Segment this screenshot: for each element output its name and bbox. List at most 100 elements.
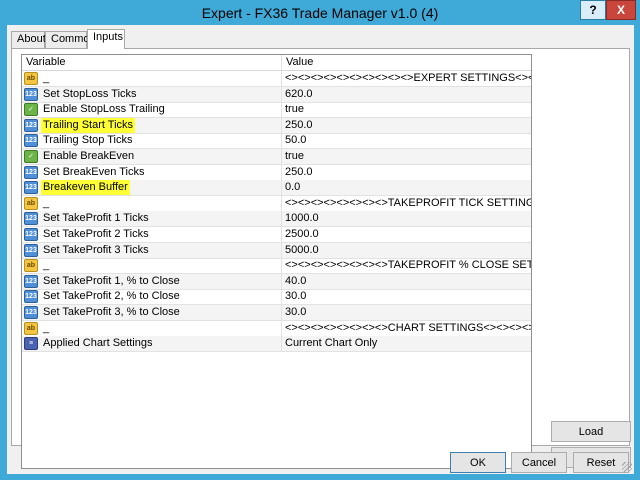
grid-row[interactable]: ab _ <><><><><><><><>TAKEPROFIT % CLOSE SE… (22, 258, 531, 275)
variable-cell[interactable]: 123 Set TakeProfit 3, % to Close (22, 305, 282, 321)
variable-name: Set BreakEven Ticks (43, 165, 145, 178)
variable-cell[interactable]: 123 Set TakeProfit 1, % to Close (22, 273, 282, 290)
grid-row[interactable]: ✓ Enable BreakEven true (22, 149, 531, 165)
grid-header-row: Variable Value (22, 55, 531, 71)
grid-row[interactable]: 123 Set BreakEven Ticks 250.0 (22, 164, 531, 181)
variable-name: Trailing Stop Ticks (43, 134, 133, 147)
variable-cell[interactable]: ab _ (22, 320, 282, 337)
variable-cell[interactable]: 123 Set StopLoss Ticks (22, 86, 282, 103)
grid-row[interactable]: 123 Set TakeProfit 1, % to Close 40.0 (22, 273, 531, 290)
value-cell[interactable]: true (282, 102, 531, 118)
grid-row[interactable]: 123 Set TakeProfit 3, % to Close 30.0 (22, 305, 531, 321)
close-button[interactable]: X (606, 0, 636, 20)
numeric-type-icon: 123 (24, 228, 38, 241)
numeric-type-icon: 123 (24, 212, 38, 226)
variable-name: Enable StopLoss Trailing (43, 103, 165, 116)
tab-inputs[interactable]: Inputs (87, 29, 125, 49)
variable-cell[interactable]: 123 Set TakeProfit 2 Ticks (22, 227, 282, 243)
text-type-icon: ab (24, 321, 38, 335)
numeric-type-icon: 123 (24, 118, 38, 132)
variable-cell[interactable]: 123 Set TakeProfit 3 Ticks (22, 242, 282, 259)
value-cell[interactable]: <><><><><><><><>TAKEPROFIT % CLOSE SETTI… (282, 258, 531, 274)
grid-row[interactable]: 123 Trailing Stop Ticks 50.0 (22, 133, 531, 150)
variable-name: Breakeven Buffer (41, 180, 130, 196)
variable-name: _ (43, 196, 50, 209)
value-cell[interactable]: 2500.0 (282, 227, 531, 243)
grid-row[interactable]: ≡ Applied Chart Settings Current Chart Onl… (22, 336, 531, 353)
value-cell[interactable]: <><><><><><><><>CHART SETTINGS<><><><><>… (282, 321, 531, 337)
ok-button[interactable]: OK (450, 452, 506, 473)
variable-cell[interactable]: 123 Breakeven Buffer (22, 180, 282, 197)
numeric-type-icon: 123 (24, 274, 38, 288)
variable-cell[interactable]: ≡ Applied Chart Settings (22, 336, 282, 353)
variable-name: Set StopLoss Ticks (43, 87, 137, 100)
variable-cell[interactable]: ✓ Enable BreakEven (22, 149, 282, 165)
boolean-type-icon: ✓ (24, 103, 38, 117)
variable-name: Trailing Start Ticks (41, 117, 136, 133)
grid-row[interactable]: 123 Set TakeProfit 2, % to Close 30.0 (22, 289, 531, 306)
load-button[interactable]: Load (551, 421, 631, 442)
variable-name: Enable BreakEven (43, 150, 135, 162)
variable-name: Set TakeProfit 3, % to Close (43, 306, 180, 318)
cancel-button[interactable]: Cancel (511, 452, 567, 473)
variable-cell[interactable]: 123 Trailing Stop Ticks (22, 133, 282, 150)
variable-cell[interactable]: 123 Set TakeProfit 2, % to Close (22, 289, 282, 306)
grid-row[interactable]: 123 Set TakeProfit 3 Ticks 5000.0 (22, 242, 531, 259)
grid-row[interactable]: ab _ <><><><><><><><>CHART SETTINGS<><><><… (22, 320, 531, 337)
tab-common[interactable]: Common (45, 31, 96, 48)
help-button[interactable]: ? (580, 0, 606, 20)
value-cell[interactable]: <><><><><><><><>TAKEPROFIT TICK SETTINGS… (282, 196, 531, 212)
value-cell[interactable]: 30.0 (282, 305, 531, 321)
value-cell[interactable]: <><><><><><><><><><>EXPERT SETTINGS<><><… (282, 71, 531, 87)
variable-cell[interactable]: ab _ (22, 195, 282, 212)
variable-cell[interactable]: 123 Set TakeProfit 1 Ticks (22, 211, 282, 228)
value-cell[interactable]: true (282, 149, 531, 165)
reset-button[interactable]: Reset (573, 452, 629, 473)
numeric-type-icon: 123 (24, 290, 38, 304)
numeric-type-icon: 123 (24, 181, 38, 195)
numeric-type-icon: 123 (24, 243, 38, 257)
value-cell[interactable]: 250.0 (282, 118, 531, 134)
grid-row[interactable]: ab _ <><><><><><><><><><>EXPERT SETTINGS<>… (22, 71, 531, 87)
text-type-icon: ab (24, 259, 38, 273)
inputs-grid[interactable]: Variable Value ab _ <><><><><><><><><><>EX… (21, 54, 532, 469)
variable-cell[interactable]: ab _ (22, 258, 282, 275)
resize-grip[interactable] (622, 462, 632, 472)
variable-name: Set TakeProfit 2, % to Close (43, 290, 180, 303)
value-cell[interactable]: 30.0 (282, 289, 531, 305)
tab-about[interactable]: About (11, 31, 46, 48)
grid-row[interactable]: ✓ Enable StopLoss Trailing true (22, 102, 531, 119)
expert-properties-window: Expert - FX36 Trade Manager v1.0 (4) ? X… (0, 0, 640, 480)
column-header-variable[interactable]: Variable (22, 55, 282, 71)
variable-cell[interactable]: 123 Trailing Start Ticks (22, 117, 282, 134)
enum-type-icon: ≡ (24, 337, 38, 351)
variable-cell[interactable]: ab _ (22, 71, 282, 87)
window-title: Expert - FX36 Trade Manager v1.0 (4) (201, 5, 439, 21)
value-cell[interactable]: 50.0 (282, 133, 531, 149)
value-cell[interactable]: 0.0 (282, 180, 531, 196)
value-cell[interactable]: 1000.0 (282, 211, 531, 227)
value-cell[interactable]: Current Chart Only (282, 336, 531, 352)
variable-name: Set TakeProfit 3 Ticks (43, 243, 149, 256)
grid-row[interactable]: ab _ <><><><><><><><>TAKEPROFIT TICK SETTI… (22, 195, 531, 212)
value-cell[interactable]: 250.0 (282, 165, 531, 181)
grid-row[interactable]: 123 Set StopLoss Ticks 620.0 (22, 86, 531, 103)
value-cell[interactable]: 620.0 (282, 87, 531, 103)
column-header-value[interactable]: Value (282, 55, 531, 71)
variable-name: _ (43, 259, 50, 272)
grid-row[interactable]: 123 Breakeven Buffer 0.0 (22, 180, 531, 197)
grid-row[interactable]: 123 Trailing Start Ticks 250.0 (22, 117, 531, 134)
grid-row[interactable]: 123 Set TakeProfit 2 Ticks 2500.0 (22, 227, 531, 243)
variable-name: _ (43, 321, 50, 334)
title-bar[interactable]: Expert - FX36 Trade Manager v1.0 (4) ? X (0, 0, 640, 24)
numeric-type-icon: 123 (24, 306, 38, 319)
grid-row[interactable]: 123 Set TakeProfit 1 Ticks 1000.0 (22, 211, 531, 228)
variable-cell[interactable]: ✓ Enable StopLoss Trailing (22, 102, 282, 119)
dialog-client-area: About Common Inputs Variable Value ab _ <>… (7, 25, 634, 474)
text-type-icon: ab (24, 72, 38, 85)
value-cell[interactable]: 40.0 (282, 274, 531, 290)
numeric-type-icon: 123 (24, 87, 38, 101)
value-cell[interactable]: 5000.0 (282, 243, 531, 259)
variable-name: Set TakeProfit 1 Ticks (43, 212, 149, 225)
variable-cell[interactable]: 123 Set BreakEven Ticks (22, 164, 282, 181)
